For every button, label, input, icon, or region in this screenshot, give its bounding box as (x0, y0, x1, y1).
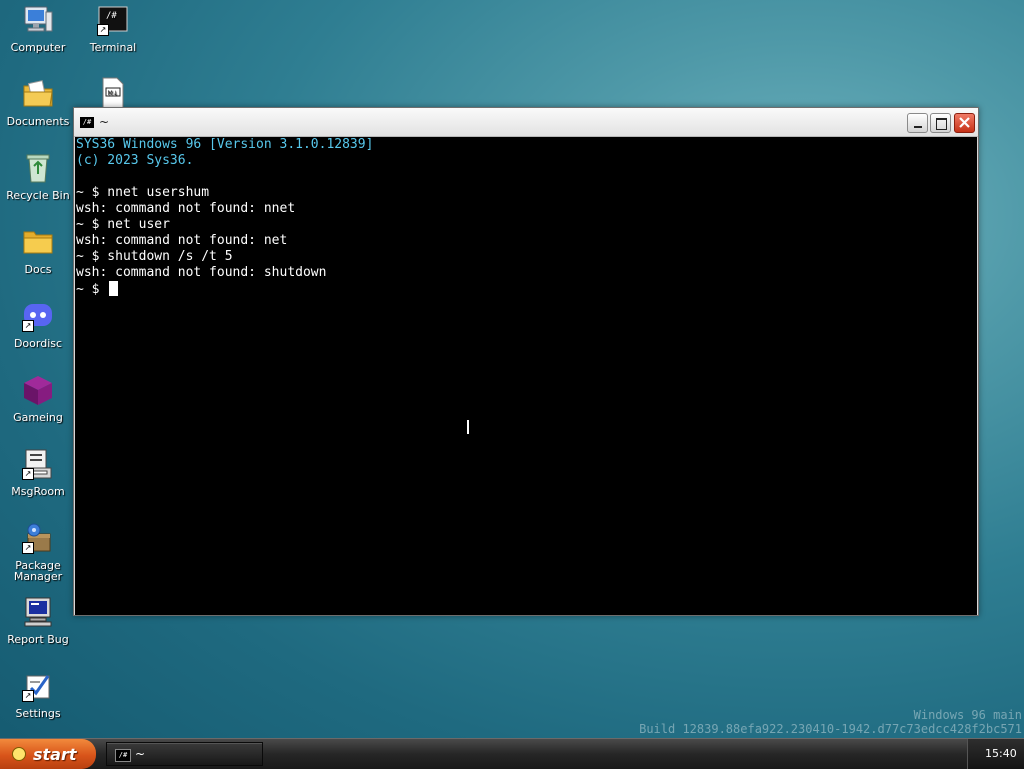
folder-icon (22, 226, 54, 258)
desktop-icon-settings[interactable]: ↗ Settings (1, 670, 75, 719)
desktop-icon-label: Terminal (89, 41, 137, 54)
terminal-prompt: ~ $ (76, 282, 108, 297)
desktop-icon-label: Recycle Bin (6, 189, 70, 202)
minimize-button[interactable] (907, 113, 928, 133)
shortcut-arrow-icon: ↗ (22, 320, 34, 332)
terminal-output[interactable]: SYS36 Windows 96 [Version 3.1.0.12839] (… (75, 137, 977, 615)
maximize-icon (936, 118, 947, 130)
build-watermark-line1: Windows 96 main (913, 708, 1022, 722)
desktop-icon-computer[interactable]: Computer (1, 4, 75, 53)
close-icon (959, 117, 970, 128)
desktop-icon-label: Package Manager (13, 559, 63, 583)
desktop-icon-label: Documents (6, 115, 70, 128)
terminal-line: ~ $ nnet usershum (76, 185, 210, 200)
desktop-icon-label: Doordisc (13, 337, 63, 350)
doordisc-icon: ↗ (22, 300, 54, 332)
terminal-banner-line: (c) 2023 Sys36. (76, 153, 194, 168)
desktop-icon-documents[interactable]: Documents (1, 78, 75, 127)
terminal-banner-line: SYS36 Windows 96 [Version 3.1.0.12839] (76, 137, 374, 152)
shortcut-arrow-icon: ↗ (22, 690, 34, 702)
settings-icon: ↗ (22, 670, 54, 702)
close-button[interactable] (954, 113, 975, 133)
desktop-icon-msgroom[interactable]: ↗ MsgRoom (1, 448, 75, 497)
computer-icon (22, 4, 54, 36)
terminal-line: ~ $ shutdown /s /t 5 (76, 249, 233, 264)
desktop-icon-recycle-bin[interactable]: Recycle Bin (1, 152, 75, 201)
terminal-icon: /# (80, 117, 94, 128)
svg-text:/#: /# (106, 11, 117, 21)
desktop-icon-label: Gameing (13, 411, 63, 424)
svg-text:M↓: M↓ (108, 90, 118, 97)
taskbar: start /# ~ 15:40 (0, 738, 1024, 769)
ibeam-cursor-icon (467, 420, 469, 434)
desktop-icon-package-manager[interactable]: ↗ Package Manager (1, 522, 75, 582)
gameing-icon (22, 374, 54, 406)
terminal-window[interactable]: /# ~ SYS36 Windows 96 [Version 3.1.0.128… (73, 107, 979, 616)
clock[interactable]: 15:40 (985, 747, 1017, 760)
desktop-icon-label: Computer (10, 41, 66, 54)
terminal-line: wsh: command not found: nnet (76, 201, 296, 216)
shortcut-arrow-icon: ↗ (22, 542, 34, 554)
terminal-input-line[interactable]: ~ $ (76, 281, 977, 297)
maximize-button[interactable] (930, 113, 951, 133)
window-titlebar[interactable]: /# ~ (74, 108, 978, 137)
package-manager-icon: ↗ (22, 522, 54, 554)
build-watermark-line2: Build 12839.88efa922.230410-1942.d77c73e… (639, 722, 1022, 736)
terminal-icon: /# ↗ (97, 4, 129, 36)
desktop-icon-report-bug[interactable]: Report Bug (1, 596, 75, 645)
desktop-icon-label: Settings (15, 707, 61, 720)
shortcut-arrow-icon: ↗ (22, 468, 34, 480)
terminal-line: wsh: command not found: net (76, 233, 288, 248)
report-bug-icon (22, 596, 54, 628)
recycle-bin-icon (22, 152, 54, 184)
smiley-icon (12, 747, 26, 761)
desktop-icon-terminal[interactable]: /# ↗ Terminal (76, 4, 150, 53)
desktop-icon-gameing[interactable]: Gameing (1, 374, 75, 423)
shortcut-arrow-icon: ↗ (97, 24, 109, 36)
documents-icon (22, 78, 54, 110)
text-cursor (109, 281, 119, 296)
desktop-icon-label: Docs (24, 263, 52, 276)
start-label: start (33, 745, 77, 764)
terminal-line: wsh: command not found: shutdown (76, 265, 327, 280)
terminal-line: ~ $ net user (76, 217, 170, 232)
build-watermark: Windows 96 main Build 12839.88efa922.230… (639, 708, 1022, 736)
start-button[interactable]: start (0, 739, 96, 769)
markdown-file-icon: M↓ (97, 77, 129, 109)
desktop-icon-docs[interactable]: Docs (1, 226, 75, 275)
taskbar-item-label: ~ (135, 747, 146, 761)
msgroom-icon: ↗ (22, 448, 54, 480)
desktop-icon-label: MsgRoom (11, 485, 65, 498)
desktop-icon-label: Report Bug (7, 633, 69, 646)
taskbar-item-terminal[interactable]: /# ~ (106, 742, 263, 766)
window-title: ~ (99, 115, 110, 129)
minimize-icon (914, 126, 922, 128)
terminal-icon: /# (115, 749, 131, 762)
system-tray: 15:40 (967, 739, 1024, 769)
desktop-icon-doordisc[interactable]: ↗ Doordisc (1, 300, 75, 349)
